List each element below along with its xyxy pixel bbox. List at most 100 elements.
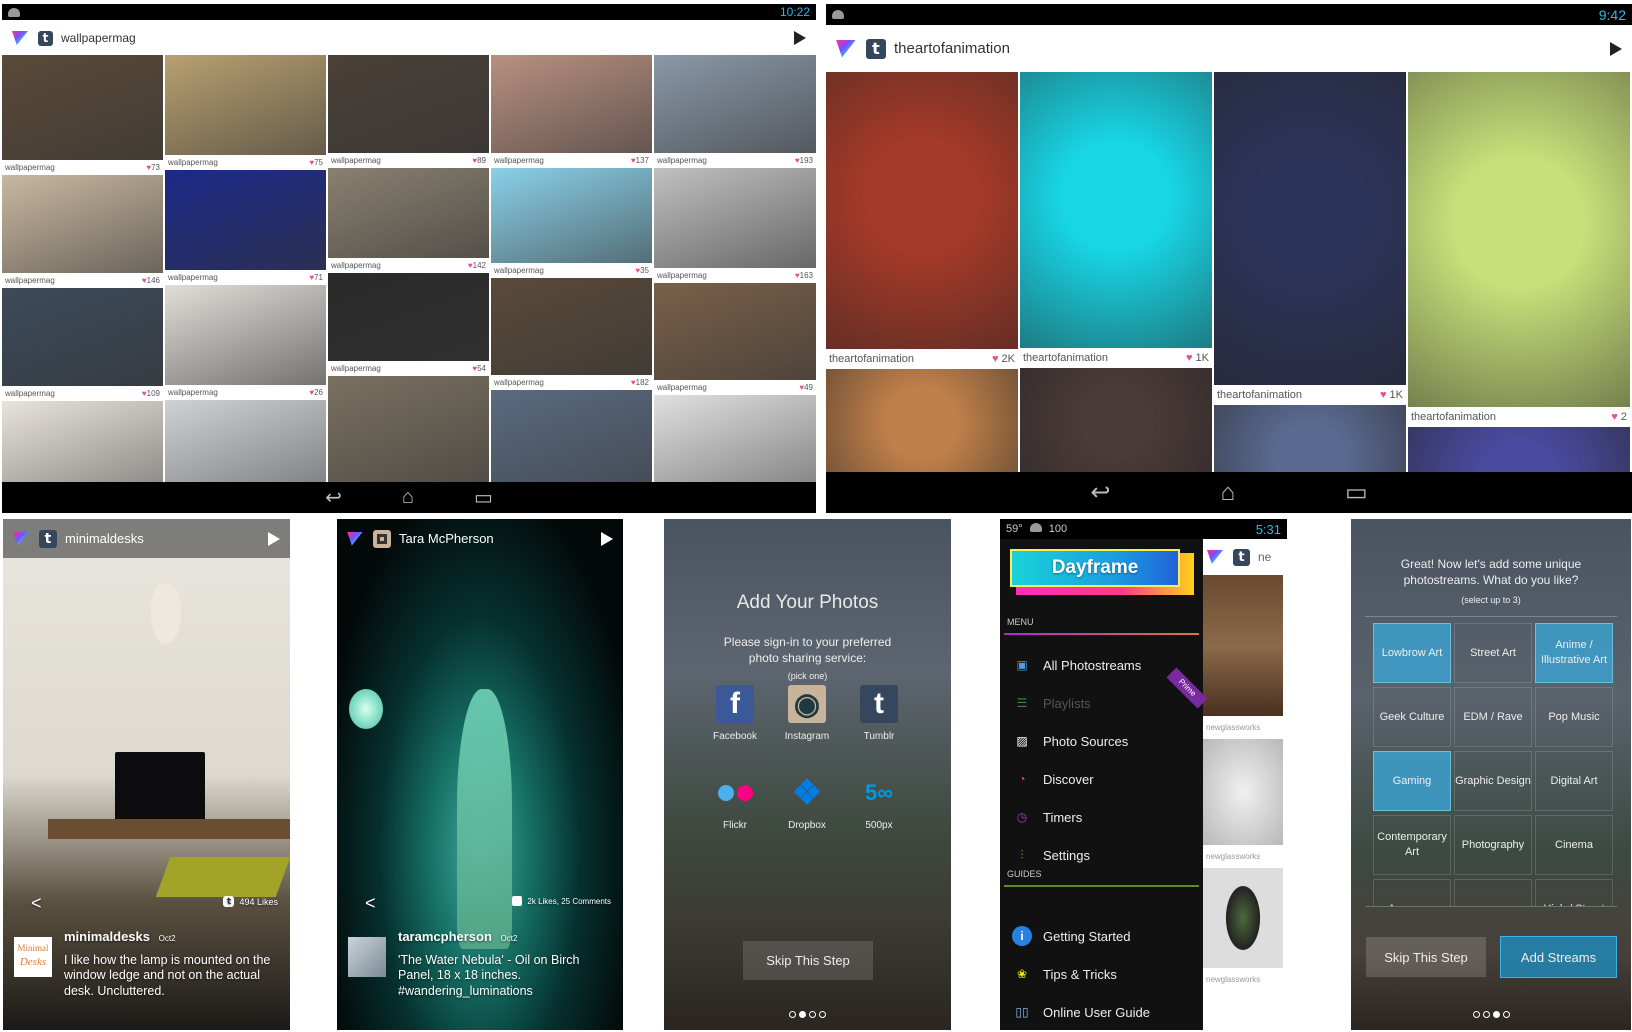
category-tile[interactable]: Pop Music: [1535, 687, 1613, 747]
photo-thumbnail[interactable]: [328, 376, 489, 482]
photo-author[interactable]: wallpapermag: [168, 273, 218, 282]
photo-author[interactable]: wallpapermag: [5, 163, 55, 172]
photo-tile[interactable]: wallpapermag ♥54: [328, 273, 489, 376]
photo-tile[interactable]: wallpapermag ♥75: [165, 55, 326, 170]
category-tile[interactable]: Gaming: [1373, 751, 1451, 811]
category-tile[interactable]: Lowbrow Art: [1373, 623, 1451, 683]
photo-thumbnail[interactable]: [1020, 368, 1212, 472]
photo-tile[interactable]: wallpapermag ♥109: [2, 288, 163, 401]
photo-author[interactable]: wallpapermag: [168, 388, 218, 397]
photo-tile[interactable]: wallpapermag ♥89: [328, 55, 489, 168]
photo-author[interactable]: theartofanimation: [829, 353, 914, 365]
photo-tile[interactable]: wallpapermag ♥193: [654, 55, 816, 168]
photo-tile[interactable]: [1408, 427, 1630, 472]
photo-tile[interactable]: wallpapermag ♥142: [328, 168, 489, 273]
category-tile[interactable]: Awesome: [1373, 879, 1451, 906]
photo-thumbnail[interactable]: [328, 168, 489, 258]
photo-thumbnail[interactable]: [1408, 72, 1630, 407]
photo-author[interactable]: wallpapermag: [494, 378, 544, 387]
photo-tile[interactable]: wallpapermag ♥182: [491, 278, 652, 390]
photo-tile[interactable]: [654, 395, 816, 482]
photo-thumbnail[interactable]: [826, 369, 1018, 472]
menu-item-playlists[interactable]: ☰ Playlists: [1012, 693, 1091, 713]
recents-icon[interactable]: ▭: [474, 485, 493, 510]
category-tile[interactable]: Cinema: [1535, 815, 1613, 875]
category-tile[interactable]: Geek Culture: [1373, 687, 1451, 747]
photo-author[interactable]: wallpapermag: [331, 261, 381, 270]
photo-author[interactable]: wallpapermag: [657, 271, 707, 280]
add-streams-button[interactable]: Add Streams: [1500, 936, 1617, 978]
photo-thumbnail[interactable]: [2, 175, 163, 273]
photo-thumbnail[interactable]: [491, 168, 652, 263]
menu-item-timers[interactable]: ◷ Timers: [1012, 807, 1083, 827]
menu-item-discover[interactable]: ◔ Discover: [1012, 769, 1093, 789]
service-flickr[interactable]: Flickr: [700, 774, 770, 831]
category-tile[interactable]: [1454, 879, 1532, 906]
play-icon[interactable]: [268, 531, 280, 546]
guide-item-tips-tricks[interactable]: ❀ Tips & Tricks: [1012, 964, 1117, 984]
photo-tile[interactable]: theartofanimation ♥ 2K: [826, 72, 1018, 369]
photo-thumbnail[interactable]: [1214, 405, 1406, 472]
photo-thumbnail[interactable]: [2, 288, 163, 386]
photo-tile[interactable]: [328, 376, 489, 482]
skip-step-button[interactable]: Skip This Step: [743, 941, 873, 980]
play-icon[interactable]: [794, 31, 806, 45]
photo-grid[interactable]: theartofanimation ♥ 2K theartofanimation ♥ …: [826, 72, 1632, 472]
photo-tile[interactable]: theartofanimation ♥ 2: [1408, 72, 1630, 427]
category-tile[interactable]: Digital Art: [1535, 751, 1613, 811]
photo-author[interactable]: wallpapermag: [657, 383, 707, 392]
menu-item-all-photostreams[interactable]: ▣ All Photostreams: [1012, 655, 1141, 675]
photo-thumbnail[interactable]: [165, 170, 326, 270]
photo-author[interactable]: wallpapermag: [5, 389, 55, 398]
photo-tile[interactable]: theartofanimation ♥ 1K: [1020, 72, 1212, 368]
back-icon[interactable]: ↩: [325, 485, 342, 510]
photo-author[interactable]: wallpapermag: [331, 364, 381, 373]
skip-step-button[interactable]: Skip This Step: [1366, 937, 1486, 977]
category-tile[interactable]: Contemporary Art: [1373, 815, 1451, 875]
photo-tile[interactable]: wallpapermag ♥35: [491, 168, 652, 278]
photo-author[interactable]: theartofanimation: [1023, 352, 1108, 364]
photo-thumbnail[interactable]: [1214, 72, 1406, 385]
post-author[interactable]: minimaldesks: [64, 929, 150, 944]
photo-tile[interactable]: wallpapermag ♥26: [165, 285, 326, 400]
photo-thumbnail[interactable]: [165, 400, 326, 482]
menu-item-photo-sources[interactable]: ▨ Photo Sources: [1012, 731, 1128, 751]
home-icon[interactable]: ⌂: [1220, 479, 1235, 507]
photo-tile[interactable]: wallpapermag ♥71: [165, 170, 326, 285]
category-tile[interactable]: EDM / Rave: [1454, 687, 1532, 747]
service-facebook[interactable]: f Facebook: [700, 685, 770, 742]
dayframe-logo-icon[interactable]: [13, 531, 29, 546]
photo-tile[interactable]: [826, 369, 1018, 472]
photo-thumbnail[interactable]: [2, 401, 163, 482]
dayframe-logo-icon[interactable]: [12, 31, 28, 45]
home-icon[interactable]: ⌂: [402, 486, 414, 509]
photo-tile[interactable]: [165, 400, 326, 482]
photo-thumbnail[interactable]: [826, 72, 1018, 349]
photo-tile[interactable]: wallpapermag ♥73: [2, 55, 163, 175]
service-instagram[interactable]: ◉ Instagram: [772, 685, 842, 742]
photo-tile[interactable]: theartofanimation ♥ 1K: [1214, 72, 1406, 405]
photo-author[interactable]: wallpapermag: [168, 158, 218, 167]
photo-tile[interactable]: wallpapermag ♥163: [654, 168, 816, 283]
photo-author[interactable]: wallpapermag: [494, 156, 544, 165]
category-tile[interactable]: Photography: [1454, 815, 1532, 875]
back-icon[interactable]: ↩: [1090, 478, 1110, 507]
photo-author[interactable]: theartofanimation: [1217, 389, 1302, 401]
category-tile[interactable]: Anime / Illustrative Art: [1535, 623, 1613, 683]
service-500px[interactable]: 5∞ 500px: [844, 774, 914, 831]
category-tile[interactable]: Graphic Design: [1454, 751, 1532, 811]
dayframe-logo-icon[interactable]: [347, 531, 363, 546]
photo-thumbnail[interactable]: [491, 390, 652, 482]
photo-thumbnail[interactable]: [654, 283, 816, 380]
photo-thumbnail[interactable]: [165, 285, 326, 385]
photo-thumbnail[interactable]: [654, 168, 816, 268]
share-icon[interactable]: <: [365, 893, 376, 914]
post-author[interactable]: taramcpherson: [398, 929, 492, 944]
photo-thumbnail[interactable]: [1408, 427, 1630, 472]
share-icon[interactable]: <: [31, 893, 42, 914]
recents-icon[interactable]: ▭: [1345, 478, 1368, 507]
photo-tile[interactable]: wallpapermag ♥146: [2, 175, 163, 288]
service-tumblr[interactable]: t Tumblr: [844, 685, 914, 742]
photo-thumbnail[interactable]: [2, 55, 163, 160]
photo-tile[interactable]: [1214, 405, 1406, 472]
